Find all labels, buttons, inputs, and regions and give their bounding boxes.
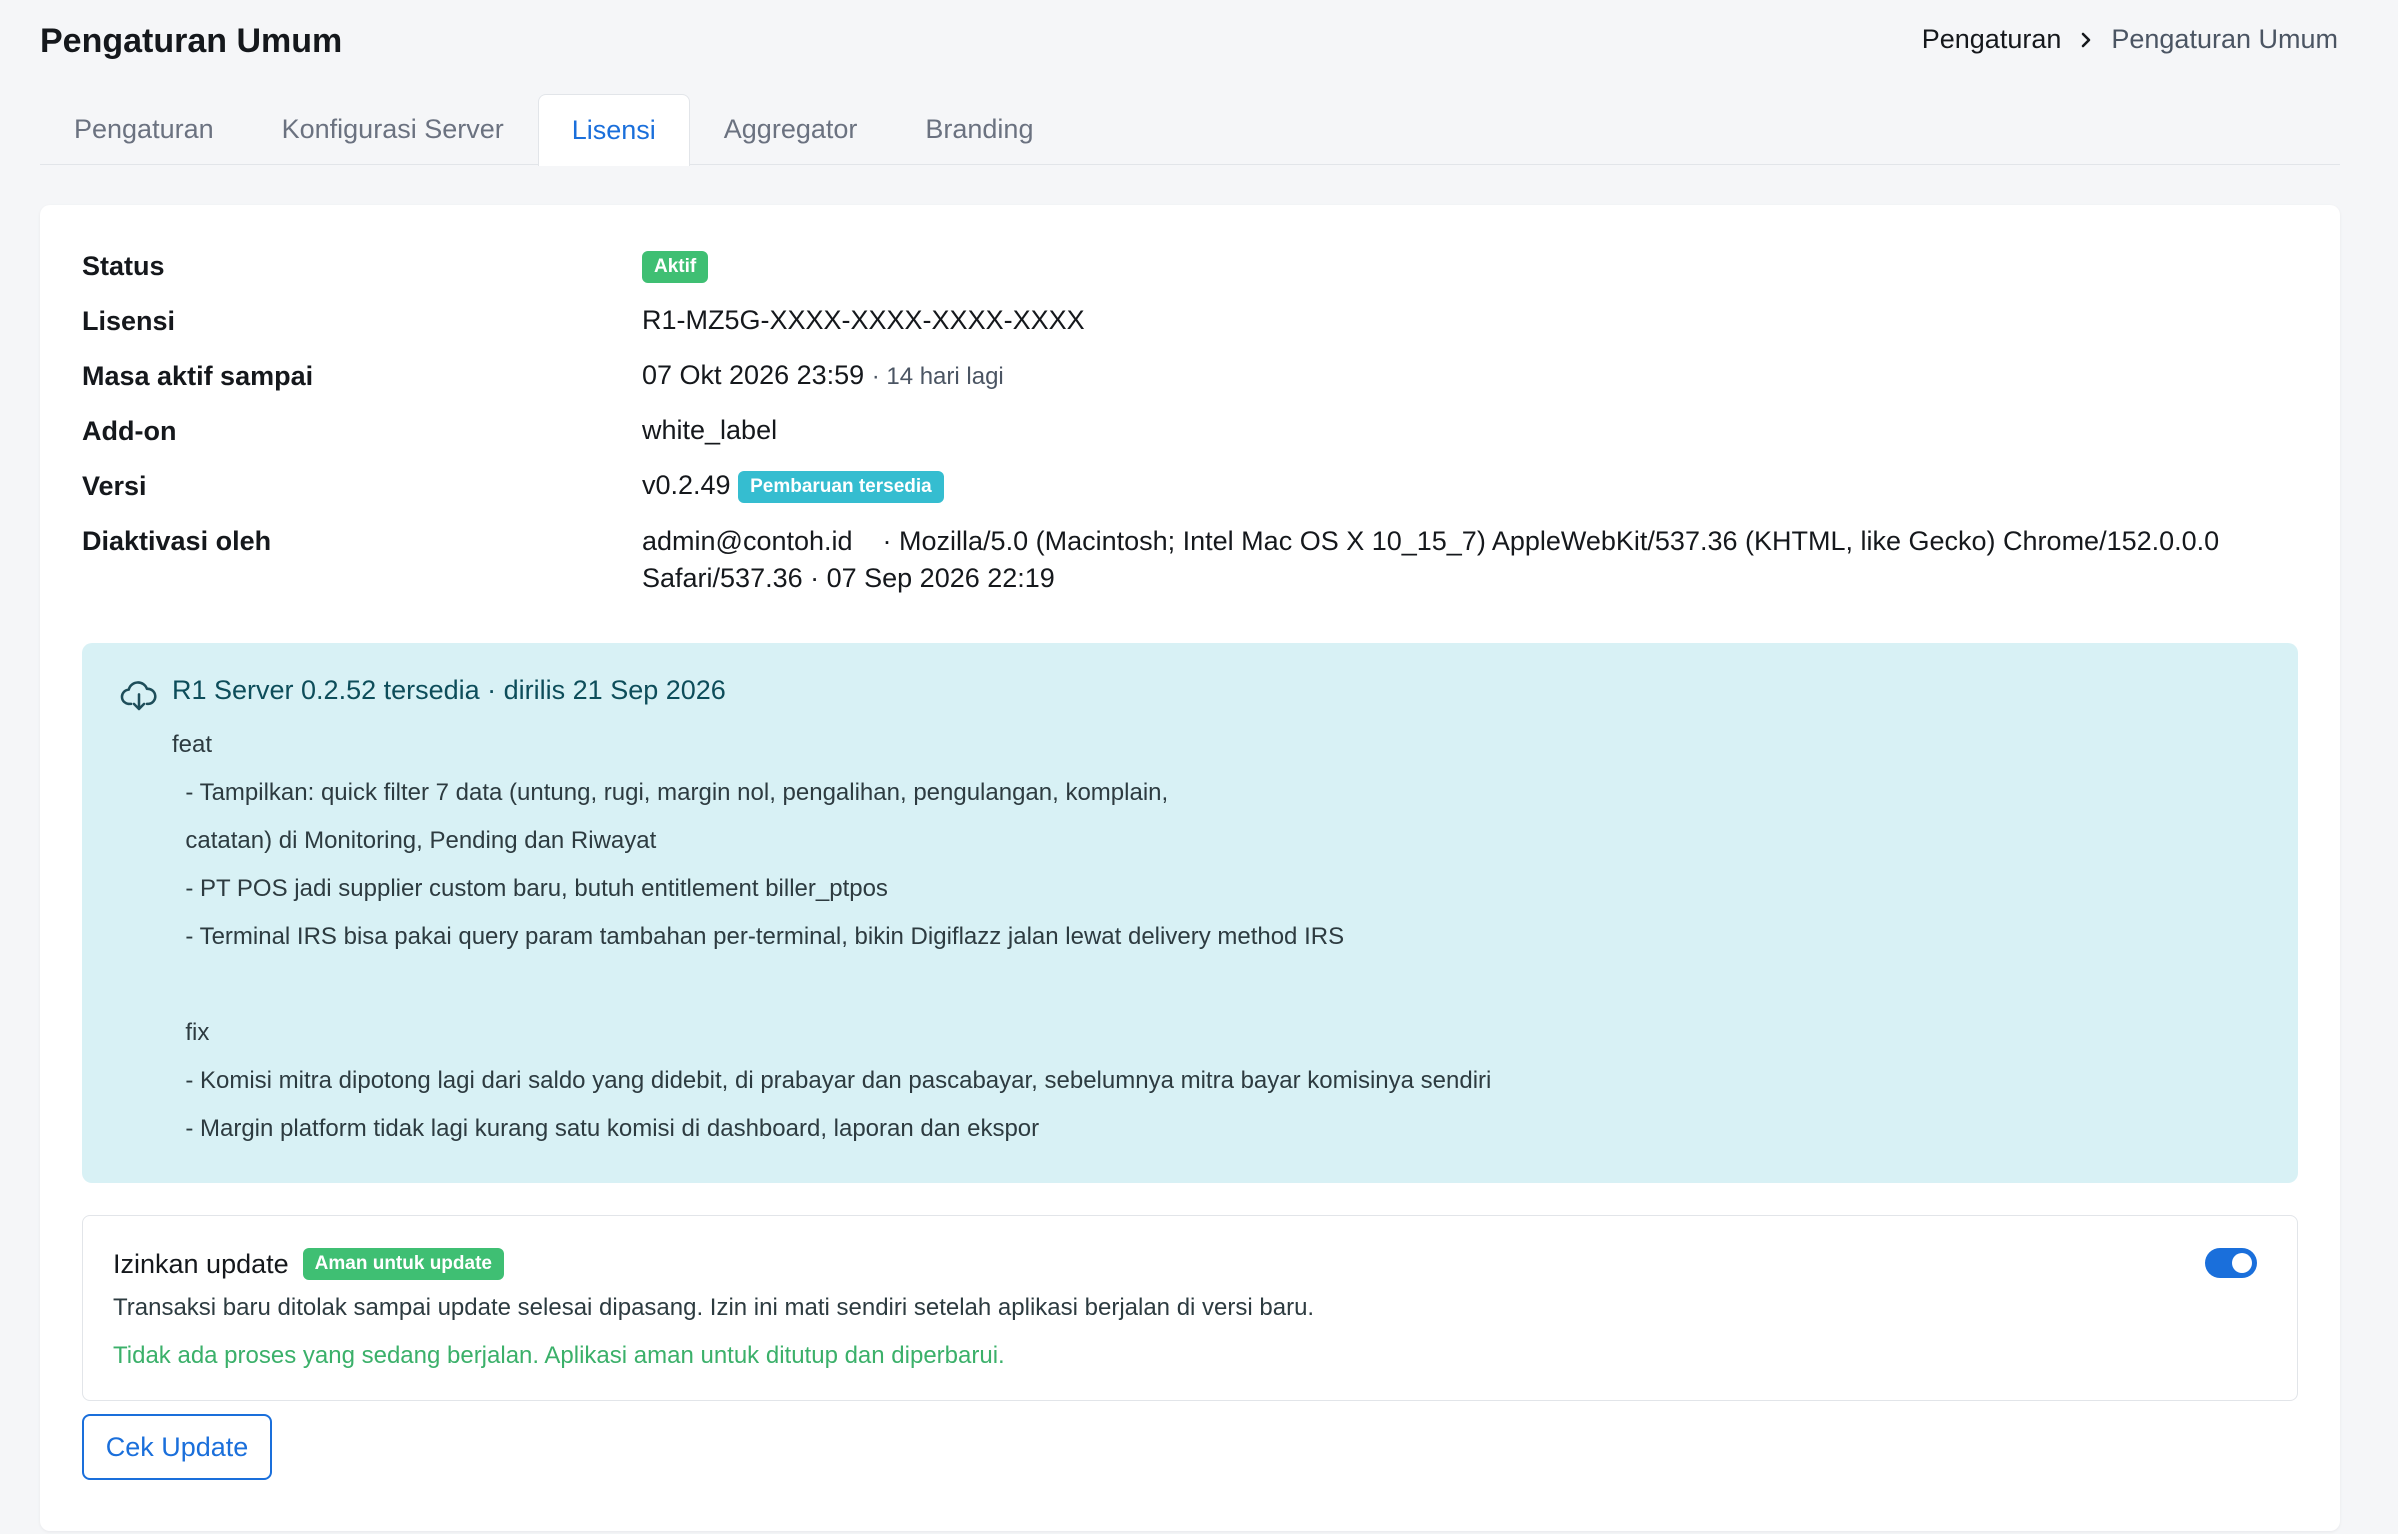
expiry-label: Masa aktif sampai <box>82 361 314 391</box>
license-key-value: R1-MZ5G-XXXX-XXXX-XXXX-XXXX <box>642 305 1085 335</box>
safe-update-badge: Aman untuk update <box>302 1248 504 1280</box>
release-notes-text[interactable]: feat - Tampilkan: quick filter 7 data (u… <box>172 721 2252 1161</box>
tab-branding[interactable]: Branding <box>891 94 1067 164</box>
status-badge: Aktif <box>642 250 709 283</box>
page: Pengaturan Umum Pengaturan Pengaturan Um… <box>0 0 2398 1534</box>
activated-by-value: admin@contoh.id · Mozilla/5.0 (Macintosh… <box>642 523 2262 597</box>
expiry-remaining: · 14 hari lagi <box>871 363 1004 390</box>
addon-label: Add-on <box>82 416 177 446</box>
activated-by-email: admin@contoh.id <box>642 526 853 556</box>
allow-update-heading: Izinkan update Aman untuk update <box>113 1248 504 1280</box>
tab-pengaturan[interactable]: Pengaturan <box>40 94 248 164</box>
release-title: R1 Server 0.2.52 tersedia · dirilis 21 S… <box>172 675 726 705</box>
tab-konfigurasi-server[interactable]: Konfigurasi Server <box>248 94 538 164</box>
tab-aggregator[interactable]: Aggregator <box>690 94 892 164</box>
expiry-value: 07 Okt 2026 23:59 · 14 hari lagi <box>642 348 2262 404</box>
toggle-knob <box>2232 1253 2252 1273</box>
breadcrumb-current: Pengaturan Umum <box>2111 24 2338 54</box>
version-label: Versi <box>82 471 147 501</box>
chevron-right-icon <box>2082 32 2091 47</box>
activated-by-details: · Mozilla/5.0 (Macintosh; Intel Mac OS X… <box>642 526 2220 593</box>
breadcrumb-root-link[interactable]: Pengaturan <box>1922 24 2062 55</box>
addon-value: white_label <box>642 415 778 445</box>
update-available-badge: Pembaruan tersedia <box>738 470 944 503</box>
license-key-label: Lisensi <box>82 306 176 336</box>
allow-update-title: Izinkan update <box>113 1248 289 1279</box>
activated-by-label: Diaktivasi oleh <box>82 526 272 556</box>
allow-update-section: Izinkan update Aman untuk update Transak… <box>82 1215 2298 1401</box>
version-number: v0.2.49 <box>642 470 731 500</box>
settings-tabs: Pengaturan Konfigurasi Server Lisensi Ag… <box>40 93 2340 166</box>
page-title: Pengaturan Umum <box>40 22 343 60</box>
update-safety-status: Tidak ada proses yang sedang berjalan. A… <box>113 1342 1005 1369</box>
license-card: Status Aktif Lisensi R1-MZ5G-XXXX-XXXX-X… <box>40 205 2340 1531</box>
allow-update-toggle[interactable] <box>2205 1248 2257 1278</box>
status-value: Aktif <box>642 238 2262 292</box>
allow-update-description: Transaksi baru ditolak sampai update sel… <box>113 1294 1315 1321</box>
tab-lisensi[interactable]: Lisensi <box>537 93 690 166</box>
release-notes-panel: R1 Server 0.2.52 tersedia · dirilis 21 S… <box>82 643 2298 1183</box>
expiry-date: 07 Okt 2026 23:59 <box>642 360 865 390</box>
check-update-button[interactable]: Cek Update <box>82 1414 272 1480</box>
status-label: Status <box>82 251 165 281</box>
cloud-download-icon <box>120 681 157 711</box>
version-value: v0.2.49 Pembaruan tersedia <box>642 458 2262 512</box>
breadcrumb: Pengaturan Pengaturan Umum <box>1922 24 2338 55</box>
